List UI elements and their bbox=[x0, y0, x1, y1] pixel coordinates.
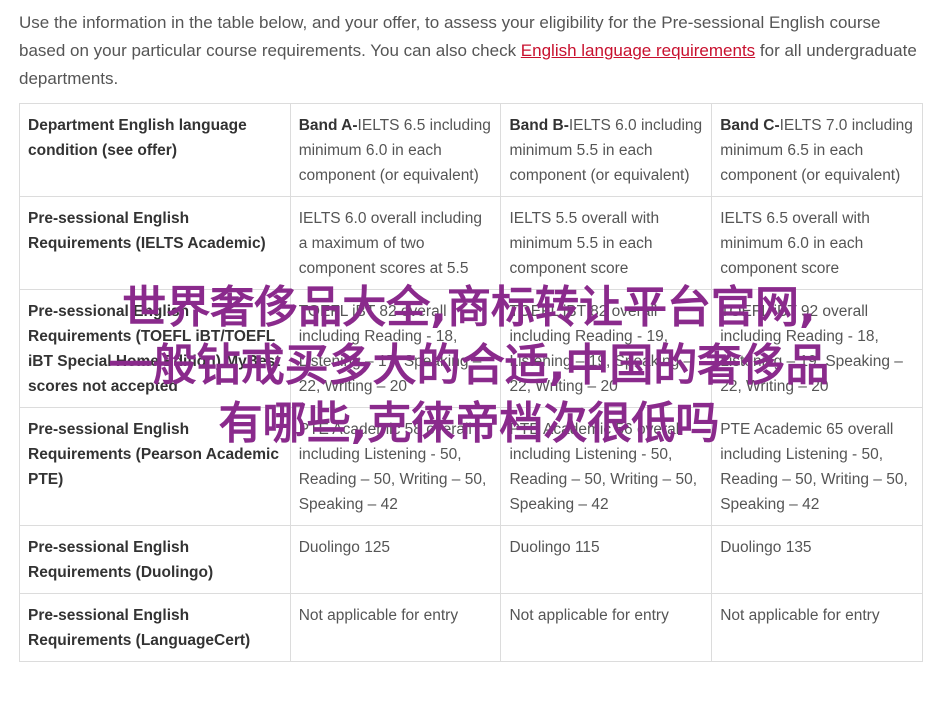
header-band-a-cell: Band A-IELTS 6.5 including minimum 6.0 i… bbox=[289, 103, 502, 197]
row-label-languagecert: Pre-sessional English Requirements (Lang… bbox=[19, 593, 291, 662]
cell-toefl-band-b: TOEFL iBT 82 overall including Reading -… bbox=[500, 289, 713, 408]
row-label-duolingo: Pre-sessional English Requirements (Duol… bbox=[19, 525, 291, 594]
cell-pte-band-b: PTE Academic 56 overall including Listen… bbox=[500, 407, 713, 526]
intro-paragraph: Use the information in the table below, … bbox=[19, 9, 924, 93]
row-label-pte: Pre-sessional English Requirements (Pear… bbox=[19, 407, 291, 526]
row-label-ielts: Pre-sessional English Requirements (IELT… bbox=[19, 196, 291, 290]
table-row: Pre-sessional English Requirements (Lang… bbox=[19, 593, 923, 662]
row-label-toefl: Pre-sessional English Requirements (TOEF… bbox=[19, 289, 291, 408]
band-c-name: Band C- bbox=[720, 117, 780, 134]
cell-duolingo-band-b: Duolingo 115 bbox=[500, 525, 713, 594]
cell-pte-band-a: PTE Academic 58 overall including Listen… bbox=[289, 407, 502, 526]
cell-ielts-band-b: IELTS 5.5 overall with minimum 5.5 in ea… bbox=[500, 196, 713, 290]
header-condition-cell: Department English language condition (s… bbox=[19, 103, 291, 197]
cell-toefl-band-a: TOEFL iBT 82 overall including Reading -… bbox=[289, 289, 502, 408]
cell-duolingo-band-a: Duolingo 125 bbox=[289, 525, 502, 594]
english-language-requirements-link[interactable]: English language requirements bbox=[521, 41, 755, 60]
requirements-table: Department English language condition (s… bbox=[19, 103, 923, 662]
table-row: Pre-sessional English Requirements (Pear… bbox=[19, 407, 923, 526]
cell-ielts-band-a: IELTS 6.0 overall including a maximum of… bbox=[289, 196, 502, 290]
cell-ielts-band-c: IELTS 6.5 overall with minimum 6.0 in ea… bbox=[711, 196, 923, 290]
header-band-b-cell: Band B-IELTS 6.0 including minimum 5.5 i… bbox=[500, 103, 713, 197]
cell-languagecert-band-a: Not applicable for entry bbox=[289, 593, 502, 662]
cell-duolingo-band-c: Duolingo 135 bbox=[711, 525, 923, 594]
table-row: Pre-sessional English Requirements (Duol… bbox=[19, 525, 923, 594]
table-row: Pre-sessional English Requirements (TOEF… bbox=[19, 289, 923, 408]
cell-pte-band-c: PTE Academic 65 overall including Listen… bbox=[711, 407, 923, 526]
cell-languagecert-band-b: Not applicable for entry bbox=[500, 593, 713, 662]
cell-toefl-band-c: TOEFL iBT 92 overall including Reading -… bbox=[711, 289, 923, 408]
band-b-name: Band B- bbox=[509, 117, 569, 134]
cell-languagecert-band-c: Not applicable for entry bbox=[711, 593, 923, 662]
table-header-row: Department English language condition (s… bbox=[19, 103, 923, 197]
band-a-name: Band A- bbox=[298, 117, 358, 134]
table-row: Pre-sessional English Requirements (IELT… bbox=[19, 196, 923, 290]
header-band-c-cell: Band C-IELTS 7.0 including minimum 6.5 i… bbox=[711, 103, 923, 197]
